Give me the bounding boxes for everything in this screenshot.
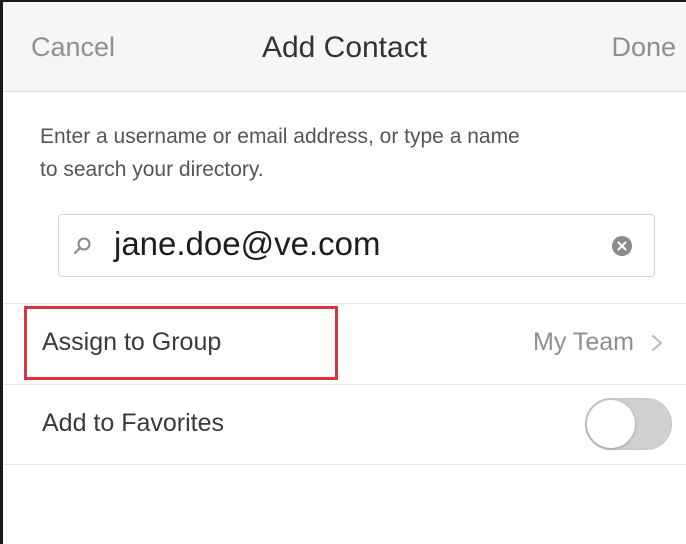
add-contact-screen: Cancel Add Contact Done Enter a username… (0, 0, 686, 544)
navigation-bar: Cancel Add Contact Done (3, 2, 686, 92)
favorites-label: Add to Favorites (42, 409, 225, 437)
assign-group-value: My Team (533, 328, 634, 356)
favorites-row: Add to Favorites (3, 385, 686, 463)
instructions-line-2: to search your directory. (40, 158, 264, 181)
favorites-toggle[interactable] (585, 398, 672, 450)
done-button[interactable]: Done (611, 32, 676, 63)
toggle-knob (587, 400, 635, 448)
chevron-right-icon (652, 335, 662, 351)
highlight-annotation (24, 306, 338, 380)
search-input[interactable]: jane.doe@ve.com (58, 214, 655, 277)
clear-circle-icon[interactable] (612, 236, 632, 256)
instructions-text: Enter a username or email address, or ty… (40, 120, 660, 186)
instructions-line-1: Enter a username or email address, or ty… (40, 125, 520, 148)
divider (3, 464, 686, 465)
page-title: Add Contact (261, 31, 428, 64)
search-icon (73, 237, 91, 255)
search-input-value[interactable]: jane.doe@ve.com (114, 225, 380, 263)
